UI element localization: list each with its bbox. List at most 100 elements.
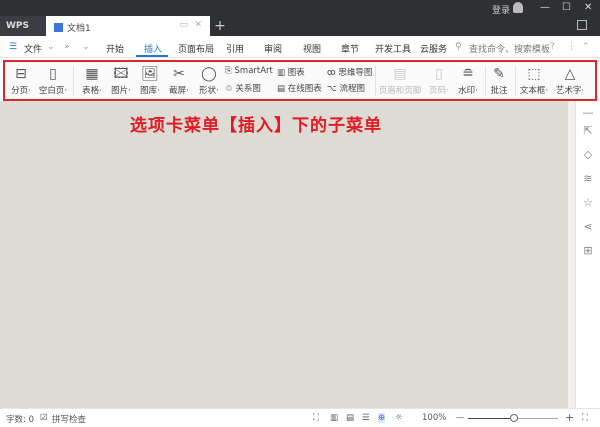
label: 艺术字· <box>555 86 585 96</box>
chevron-down-icon[interactable]: ⌄ <box>47 42 55 52</box>
chart-button[interactable]: ▥ 图表 <box>277 66 305 78</box>
label: 关系图 <box>235 84 261 94</box>
label: 空白页· <box>38 86 68 96</box>
search-input[interactable]: 查找命令、搜索模板 <box>469 42 550 55</box>
page-break-icon: ⊟ <box>15 66 27 82</box>
label: SmartArt <box>234 66 273 76</box>
tab-view[interactable]: 视图 <box>303 42 321 55</box>
page-number-icon: ▯ <box>435 66 443 82</box>
mind-map-button[interactable]: ꝏ 思维导图 <box>327 66 372 78</box>
wps-home-tab[interactable]: WPS <box>0 16 46 36</box>
minimize-button[interactable]: — <box>540 2 550 13</box>
fullscreen-icon[interactable]: ⛶ <box>313 413 319 423</box>
tab-insert[interactable]: 插入 <box>144 42 162 55</box>
screenshot-icon: ✂ <box>173 66 185 82</box>
reading-mode-icon[interactable]: ▥ <box>330 413 338 423</box>
table-icon: ▦ <box>85 66 99 82</box>
eye-protection-icon[interactable]: ☼ <box>395 413 403 423</box>
more-icon[interactable]: » <box>64 42 70 52</box>
page-number-button[interactable]: ▯ 页码· <box>425 64 453 96</box>
zoom-in-button[interactable]: + <box>565 411 574 424</box>
apps-icon[interactable]: ⊞ <box>576 239 600 263</box>
zoom-level[interactable]: 100% <box>422 413 446 423</box>
select-icon[interactable]: ⇱ <box>576 119 600 143</box>
blank-page-button[interactable]: ▯ 空白页· <box>37 64 69 96</box>
tab-developer[interactable]: 开发工具 <box>375 42 411 55</box>
watermark-button[interactable]: ≘ 水印· <box>454 64 482 96</box>
watermark-icon: ≘ <box>462 66 474 82</box>
online-chart-button[interactable]: ▤ 在线图表 <box>277 82 322 94</box>
header-footer-icon: ▤ <box>393 66 407 82</box>
outline-view-icon[interactable]: ☰ <box>362 413 370 423</box>
comment-button[interactable]: ✎ 批注 <box>487 64 511 96</box>
shape-button[interactable]: ◯ 形状· <box>195 64 223 96</box>
collapse-ribbon-icon[interactable]: ⌃ <box>582 42 590 52</box>
file-menu[interactable]: 文件 <box>24 42 42 55</box>
flowchart-button[interactable]: ⌥ 流程图 <box>327 82 365 94</box>
spell-check-button[interactable]: 拼写检查 <box>52 413 86 425</box>
right-toolbar: — ⇱ ◇ ≋ ☆ ⋖ ⊞ <box>575 101 600 408</box>
document-canvas[interactable] <box>0 101 575 408</box>
word-count[interactable]: 字数: 0 <box>6 413 34 425</box>
tab-reference[interactable]: 引用 <box>226 42 244 55</box>
tab-chapter[interactable]: 章节 <box>341 42 359 55</box>
quick-access-icon[interactable]: ⌄ <box>82 42 90 52</box>
label: 表格· <box>82 86 102 96</box>
zoom-slider[interactable] <box>468 414 558 422</box>
search-icon: ⚲ <box>455 42 462 52</box>
picture-button[interactable]: 🖾 图片· <box>108 64 134 96</box>
divider <box>485 66 486 96</box>
tab-review[interactable]: 审阅 <box>264 42 282 55</box>
fit-page-icon[interactable]: ⛶ <box>582 413 588 423</box>
label: 水印· <box>458 86 478 96</box>
avatar[interactable] <box>513 2 523 13</box>
label: 在线图表 <box>287 84 322 94</box>
annotation-label: 选项卡菜单【插入】下的子菜单 <box>130 116 382 136</box>
close-button[interactable]: ✕ <box>584 2 592 13</box>
relation-chart-button[interactable]: ♲ 关系图 <box>225 82 261 94</box>
divider <box>375 66 376 96</box>
drag-handle-icon: — <box>582 106 594 119</box>
document-tab[interactable]: 文档1 ▭ ✕ <box>46 16 210 36</box>
login-link[interactable]: 登录 <box>492 3 510 16</box>
smartart-button[interactable]: ⎘ SmartArt <box>225 66 273 76</box>
monitor-icon[interactable]: ▭ <box>179 20 188 30</box>
label: 图库· <box>140 86 160 96</box>
tab-cloud[interactable]: 云服务 <box>420 42 447 55</box>
screenshot-button[interactable]: ✂ 截屏· <box>166 64 192 96</box>
vertical-scrollbar[interactable] <box>568 101 575 408</box>
label: 图表 <box>287 68 305 78</box>
gallery-button[interactable]: 🖼 图库· <box>137 64 163 96</box>
settings-sliders-icon[interactable]: ≋ <box>576 167 600 191</box>
page-view-icon[interactable]: ▤ <box>346 413 354 423</box>
label: 批注 <box>490 86 508 96</box>
close-tab-icon[interactable]: ✕ <box>194 20 202 30</box>
web-view-icon[interactable]: ⊕ <box>378 413 386 423</box>
wordart-button[interactable]: △ 艺术字· <box>553 64 587 96</box>
hamburger-icon[interactable]: ☰ <box>9 42 17 52</box>
textbox-button[interactable]: ⬚ 文本框· <box>517 64 551 96</box>
table-button[interactable]: ▦ 表格· <box>79 64 105 96</box>
maximize-button[interactable]: ☐ <box>562 2 571 13</box>
wordart-icon: △ <box>564 66 576 82</box>
blank-page-icon: ▯ <box>49 66 57 82</box>
star-icon[interactable]: ☆ <box>576 191 600 215</box>
tab-page-layout[interactable]: 页面布局 <box>178 42 214 55</box>
title-bar: WPS 文档1 ▭ ✕ + 登录 — ☐ ✕ <box>0 0 600 36</box>
header-footer-button[interactable]: ▤ 页眉和页脚 <box>377 64 423 96</box>
spell-check-icon[interactable]: ☑ <box>40 413 48 423</box>
label: 分页· <box>11 86 31 96</box>
new-tab-button[interactable]: + <box>210 16 230 36</box>
shapes-icon[interactable]: ◇ <box>576 143 600 167</box>
tab-start[interactable]: 开始 <box>106 42 124 55</box>
divider <box>515 66 516 96</box>
share-icon[interactable]: ⋖ <box>576 215 600 239</box>
page-break-button[interactable]: ⊟ 分页· <box>7 64 35 96</box>
zoom-slider-knob[interactable] <box>510 414 518 422</box>
zoom-out-button[interactable]: — <box>456 413 465 423</box>
label: 形状· <box>199 86 219 96</box>
active-tab-indicator <box>136 55 168 57</box>
side-panel-icon[interactable] <box>577 20 587 30</box>
more-options-icon[interactable]: ⋮ <box>567 42 576 52</box>
help-button[interactable]: ? <box>550 42 555 52</box>
